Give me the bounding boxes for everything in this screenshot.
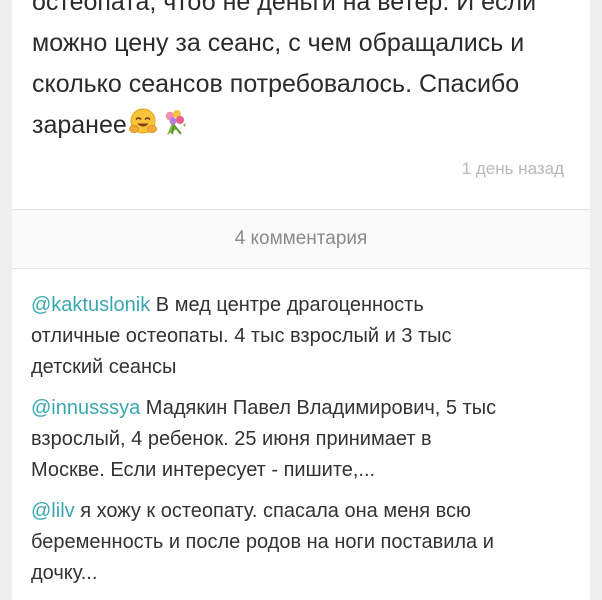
post-line: можно цену за сеанс, с чем обращались и bbox=[32, 29, 525, 57]
comment-text: Мадякин Павел Владимирович, 5 тыс bbox=[140, 397, 497, 419]
comments-count-button[interactable]: 4 комментария bbox=[12, 210, 590, 268]
comment-text: В мед центре драгоценность bbox=[150, 294, 424, 316]
comment-line: отличные остеопаты. 4 тыс взрослый и 3 т… bbox=[31, 325, 452, 347]
divider bbox=[12, 268, 590, 269]
post-timestamp: 1 день назад bbox=[461, 159, 564, 178]
comment-line: @innusssya Мадякин Павел Владимирович, 5… bbox=[31, 393, 576, 424]
comment-line: беременность и после родов на ноги поста… bbox=[31, 531, 494, 553]
comment-line: дочку... bbox=[31, 562, 98, 584]
post-card: остеопата, чтоб не деньги на ветер. И ес… bbox=[12, 0, 590, 600]
post-line: остеопата, чтоб не деньги на ветер. И ес… bbox=[32, 0, 537, 16]
bouquet-emoji-icon bbox=[159, 107, 189, 150]
post-line: сколько сеансов потребовалось. Спасибо bbox=[32, 70, 520, 98]
comment-item: @innusssya Мадякин Павел Владимирович, 5… bbox=[31, 393, 576, 486]
comment-username[interactable]: @lilv bbox=[31, 500, 75, 522]
comment-line: Москве. Если интересует - пишите,... bbox=[31, 459, 376, 481]
comment-line: @lilv я хожу к остеопату. спасала она ме… bbox=[31, 496, 576, 527]
comment-text: я хожу к остеопату. спасала она меня всю bbox=[74, 500, 472, 522]
comment-item: @kaktuslonik В мед центре драгоценность … bbox=[31, 290, 576, 383]
post-line-last: заранее bbox=[32, 105, 582, 150]
comment-item: @lilv я хожу к остеопату. спасала она ме… bbox=[31, 496, 576, 589]
post-line-text: заранее bbox=[32, 111, 127, 139]
post-body: остеопата, чтоб не деньги на ветер. И ес… bbox=[32, 0, 582, 150]
comment-username[interactable]: @kaktuslonik bbox=[31, 294, 150, 316]
comment-line: детский сеансы bbox=[31, 356, 177, 378]
comment-line: @kaktuslonik В мед центре драгоценность bbox=[31, 290, 576, 321]
comment-line: взрослый, 4 ребенок. 25 июня принимает в bbox=[31, 428, 432, 450]
comment-username[interactable]: @innusssya bbox=[31, 397, 140, 419]
page: остеопата, чтоб не деньги на ветер. И ес… bbox=[0, 0, 602, 600]
hugging-face-emoji-icon bbox=[128, 107, 158, 150]
